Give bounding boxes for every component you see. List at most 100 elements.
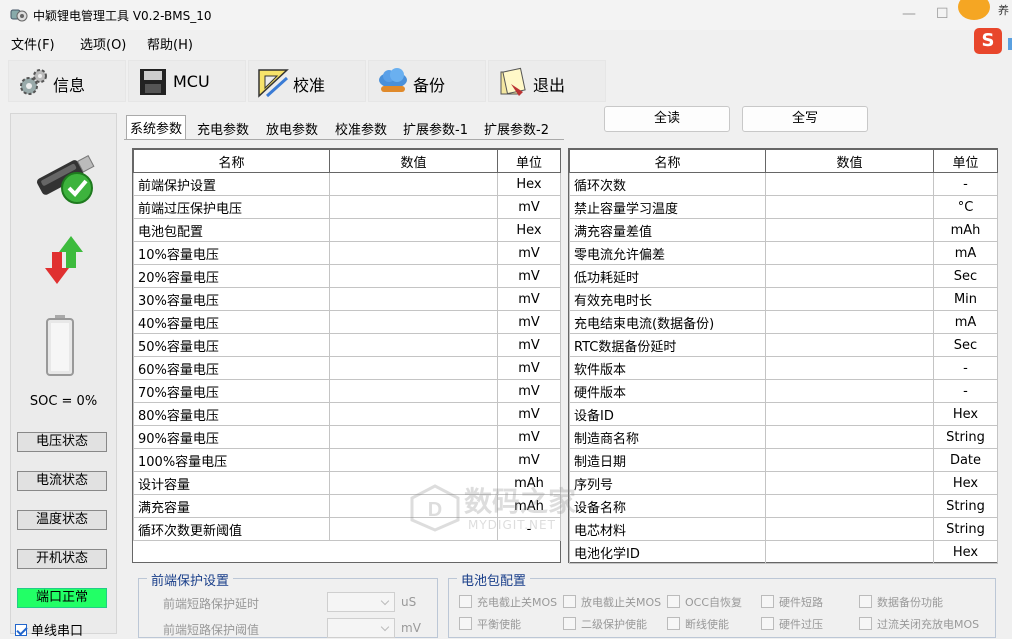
param-value-cell[interactable]	[329, 195, 498, 219]
toolbar-info-button[interactable]: 信息	[8, 60, 126, 102]
write-all-button[interactable]: 全写	[742, 106, 868, 132]
table-row[interactable]: 设备ID Hex	[569, 402, 998, 426]
toolbar-backup-button[interactable]: 备份	[368, 60, 486, 102]
param-value-cell[interactable]	[329, 448, 498, 472]
charge-cutoff-mos-checkbox[interactable]: 充电截止关MOS	[459, 594, 557, 610]
param-value-cell[interactable]	[765, 425, 934, 449]
param-value-cell[interactable]	[329, 310, 498, 334]
param-value-cell[interactable]	[329, 287, 498, 311]
tab-ext-params-2[interactable]: 扩展参数-2	[481, 117, 552, 139]
short-delay-label: 前端短路保护延时	[163, 597, 260, 611]
param-value-cell[interactable]	[765, 402, 934, 426]
param-value-cell[interactable]	[765, 540, 934, 564]
minimize-icon[interactable]: —	[902, 6, 916, 22]
discharge-cutoff-mos-checkbox[interactable]: 放电截止关MOS	[563, 594, 661, 610]
toolbar-exit-button[interactable]: 退出	[488, 60, 606, 102]
table-row[interactable]: 60%容量电压 mV	[133, 356, 561, 380]
port-status-button[interactable]: 端口正常	[17, 588, 107, 608]
param-value-cell[interactable]	[329, 172, 498, 196]
overcurrent-close-mos-checkbox[interactable]: 过流关闭充放电MOS	[859, 616, 979, 632]
param-value-cell[interactable]	[765, 310, 934, 334]
param-value-cell[interactable]	[329, 356, 498, 380]
table-row[interactable]: 10%容量电压 mV	[133, 241, 561, 265]
toolbar-calibrate-button[interactable]: 校准	[248, 60, 366, 102]
param-value-cell[interactable]	[765, 494, 934, 518]
menu-help[interactable]: 帮助(H)	[147, 34, 193, 53]
table-row[interactable]: RTC数据备份延时 Sec	[569, 333, 998, 357]
occ-auto-recover-checkbox[interactable]: OCC自恢复	[667, 594, 742, 610]
hardware-overvoltage-checkbox[interactable]: 硬件过压	[761, 616, 823, 632]
menu-options[interactable]: 选项(O)	[80, 34, 126, 53]
param-value-cell[interactable]	[765, 218, 934, 242]
short-delay-select[interactable]	[327, 592, 395, 612]
param-value-cell[interactable]	[329, 425, 498, 449]
secondary-protect-checkbox[interactable]: 二级保护使能	[563, 616, 647, 632]
table-row[interactable]: 70%容量电压 mV	[133, 379, 561, 403]
table-row[interactable]: 硬件版本 -	[569, 379, 998, 403]
tab-system-params[interactable]: 系统参数	[126, 115, 187, 140]
table-row[interactable]: 序列号 Hex	[569, 471, 998, 495]
table-row[interactable]: 30%容量电压 mV	[133, 287, 561, 311]
table-row[interactable]: 20%容量电压 mV	[133, 264, 561, 288]
table-row[interactable]: 有效充电时长 Min	[569, 287, 998, 311]
table-row[interactable]: 40%容量电压 mV	[133, 310, 561, 334]
param-name-cell: 零电流允许偏差	[569, 241, 766, 265]
voltage-status-button[interactable]: 电压状态	[17, 432, 107, 452]
param-value-cell[interactable]	[329, 402, 498, 426]
table-row[interactable]: 循环次数 -	[569, 172, 998, 196]
param-value-cell[interactable]	[765, 287, 934, 311]
current-status-button[interactable]: 电流状态	[17, 471, 107, 491]
temperature-status-button[interactable]: 温度状态	[17, 510, 107, 530]
param-value-cell[interactable]	[765, 241, 934, 265]
table-row[interactable]: 充电结束电流(数据备份) mA	[569, 310, 998, 334]
param-value-cell[interactable]	[329, 379, 498, 403]
short-threshold-select[interactable]	[327, 618, 395, 638]
tab-ext-params-1[interactable]: 扩展参数-1	[400, 117, 471, 139]
param-value-cell[interactable]	[765, 333, 934, 357]
param-value-cell[interactable]	[765, 379, 934, 403]
table-row[interactable]: 电池包配置 Hex	[133, 218, 561, 242]
table-row[interactable]: 制造商名称 String	[569, 425, 998, 449]
table-row[interactable]: 低功耗延时 Sec	[569, 264, 998, 288]
table-row[interactable]: 制造日期 Date	[569, 448, 998, 472]
tab-discharge-params[interactable]: 放电参数	[263, 117, 321, 139]
toolbar-calibrate-label: 校准	[293, 76, 326, 95]
param-value-cell[interactable]	[765, 471, 934, 495]
single-wire-serial-checkbox[interactable]: 单线串口	[15, 620, 115, 639]
tab-charge-params[interactable]: 充电参数	[194, 117, 252, 139]
data-backup-checkbox[interactable]: 数据备份功能	[859, 594, 943, 610]
table-row[interactable]: 80%容量电压 mV	[133, 402, 561, 426]
wire-break-enable-checkbox[interactable]: 断线使能	[667, 616, 729, 632]
param-value-cell[interactable]	[765, 195, 934, 219]
param-value-cell[interactable]	[765, 172, 934, 196]
toolbar-mcu-button[interactable]: MCU	[128, 60, 246, 102]
table-row[interactable]: 前端过压保护电压 mV	[133, 195, 561, 219]
param-value-cell[interactable]	[765, 356, 934, 380]
table-row[interactable]: 满充容量差值 mAh	[569, 218, 998, 242]
param-value-cell[interactable]	[765, 517, 934, 541]
table-row[interactable]: 电池化学ID Hex	[569, 540, 998, 564]
power-status-button[interactable]: 开机状态	[17, 549, 107, 569]
table-row[interactable]: 禁止容量学习温度 °C	[569, 195, 998, 219]
param-value-cell[interactable]	[765, 448, 934, 472]
table-row[interactable]: 90%容量电压 mV	[133, 425, 561, 449]
param-value-cell[interactable]	[765, 264, 934, 288]
hardware-short-checkbox[interactable]: 硬件短路	[761, 594, 823, 610]
table-row[interactable]: 软件版本 -	[569, 356, 998, 380]
tab-calibration-params[interactable]: 校准参数	[332, 117, 390, 139]
table-row[interactable]: 50%容量电压 mV	[133, 333, 561, 357]
maximize-icon[interactable]: ☐	[936, 6, 949, 22]
param-value-cell[interactable]	[329, 264, 498, 288]
table-row[interactable]: 设备名称 String	[569, 494, 998, 518]
param-value-cell[interactable]	[329, 333, 498, 357]
table-row[interactable]: 前端保护设置 Hex	[133, 172, 561, 196]
balance-enable-checkbox[interactable]: 平衡使能	[459, 616, 521, 632]
battery-icon	[46, 315, 74, 376]
read-all-button[interactable]: 全读	[604, 106, 730, 132]
table-row[interactable]: 零电流允许偏差 mA	[569, 241, 998, 265]
menu-file[interactable]: 文件(F)	[11, 34, 55, 53]
param-value-cell[interactable]	[329, 218, 498, 242]
param-value-cell[interactable]	[329, 241, 498, 265]
table-row[interactable]: 100%容量电压 mV	[133, 448, 561, 472]
table-row[interactable]: 电芯材料 String	[569, 517, 998, 541]
